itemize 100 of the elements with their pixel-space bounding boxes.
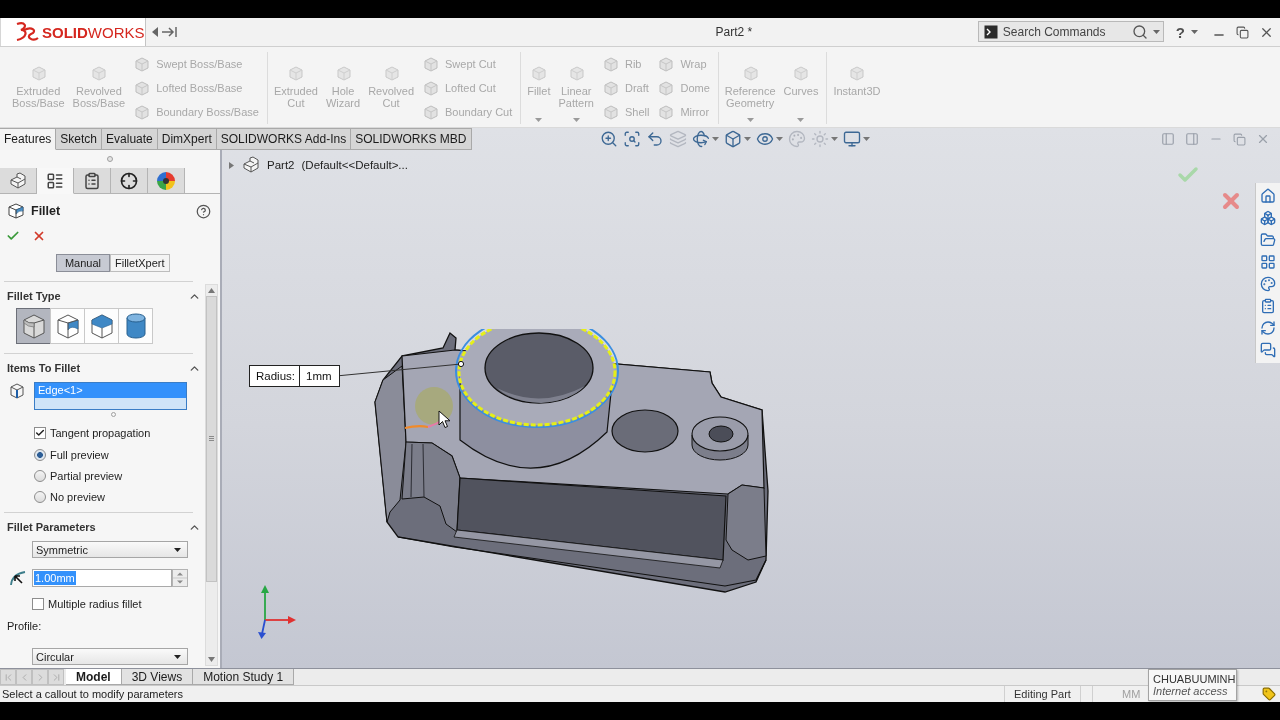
panel-title: Fillet: [31, 204, 62, 218]
radio-button[interactable]: [34, 469, 46, 482]
scroll-up-icon[interactable]: [208, 288, 215, 293]
search-icon[interactable]: [1131, 23, 1148, 40]
fillet-type-button[interactable]: [118, 308, 153, 344]
cube-icon: [567, 65, 585, 82]
caret-icon[interactable]: [1152, 29, 1160, 34]
collapse-arrow-icon[interactable]: [152, 26, 178, 38]
cube-icon: [657, 55, 675, 73]
section-title: Fillet Type: [7, 290, 61, 302]
check-icon[interactable]: [6, 229, 20, 243]
spinner-arrows-icon[interactable]: [172, 569, 188, 587]
search-box[interactable]: Search Commands: [977, 21, 1164, 42]
tab[interactable]: Model: [66, 669, 122, 685]
expand-arrow-icon[interactable]: [229, 161, 234, 169]
checkbox-label: Multiple radius fillet: [48, 598, 142, 610]
cube-icon: [29, 65, 47, 82]
clipboard-icon[interactable]: [1260, 298, 1276, 314]
cancel-x-icon[interactable]: [32, 229, 46, 243]
refresh-icon[interactable]: [1260, 320, 1276, 336]
clipboard-icon: [83, 171, 101, 190]
chat-icon[interactable]: [1260, 342, 1276, 358]
fillet-type-button[interactable]: [84, 308, 119, 344]
callout-value-field[interactable]: 1mm: [299, 366, 339, 386]
back-arrow-icon[interactable]: [645, 130, 664, 148]
axis-triad-icon: [256, 584, 298, 640]
cube-icon[interactable]: [723, 130, 742, 148]
tab[interactable]: Evaluate: [102, 128, 158, 150]
tab[interactable]: SOLIDWORKS MBD: [351, 128, 472, 150]
tag-icon[interactable]: [1262, 687, 1276, 701]
tab[interactable]: Sketch: [56, 128, 103, 150]
color-wheel-icon: [156, 170, 176, 191]
panel-tab[interactable]: [148, 168, 185, 194]
caret-icon: [174, 654, 181, 659]
palette-icon[interactable]: [1260, 276, 1276, 292]
cube-icon: [848, 65, 866, 82]
caret-icon[interactable]: [711, 137, 719, 141]
radio-label: Full preview: [50, 448, 109, 461]
cube-icon: [133, 79, 151, 97]
checkbox[interactable]: [34, 427, 46, 439]
radio-button[interactable]: [34, 448, 46, 461]
field-value: 1.00mm: [34, 571, 76, 585]
caret-icon[interactable]: [862, 137, 870, 141]
mode-tab[interactable]: Manual: [56, 254, 110, 272]
resize-handle[interactable]: [107, 156, 113, 162]
tile-left-icon[interactable]: [1161, 132, 1175, 146]
magnifier-plus-icon[interactable]: [599, 130, 618, 148]
eye-icon[interactable]: [755, 130, 774, 148]
grid-icon[interactable]: [1260, 254, 1276, 270]
mode-tab[interactable]: FilletXpert: [110, 254, 170, 272]
scrollbar[interactable]: [205, 284, 218, 666]
cube-edge-icon: [9, 382, 25, 400]
cube-icon: [422, 103, 439, 121]
home-icon[interactable]: [1260, 188, 1276, 204]
scroll-down-icon[interactable]: [208, 657, 215, 662]
selection-list[interactable]: Edge<1>: [34, 382, 187, 410]
cube-icon: [133, 55, 151, 73]
fillet-type-button[interactable]: [50, 308, 85, 344]
caret-icon[interactable]: [1191, 30, 1198, 34]
folder-icon[interactable]: [1260, 232, 1276, 248]
monitor-icon[interactable]: [842, 130, 861, 148]
cube-icon: [334, 65, 352, 82]
magnifier-frame-icon[interactable]: [622, 130, 641, 148]
radius-field[interactable]: 1.00mm: [32, 569, 172, 587]
radio-label: No preview: [50, 490, 106, 503]
help-button[interactable]: ?: [1175, 23, 1185, 41]
tile-right-icon[interactable]: [1185, 132, 1199, 146]
search-field[interactable]: Search Commands: [1002, 23, 1127, 40]
field-label: Profile:: [7, 620, 42, 632]
restore-icon[interactable]: [1236, 25, 1249, 39]
tab[interactable]: DimXpert: [157, 128, 217, 150]
method-dropdown[interactable]: Symmetric: [32, 541, 188, 558]
tab[interactable]: SOLIDWORKS Add-Ins: [216, 128, 352, 150]
radio-button[interactable]: [34, 490, 46, 503]
boxes-icon[interactable]: [1260, 210, 1276, 226]
status-units: MM: [1122, 688, 1141, 700]
caret-icon[interactable]: [775, 137, 783, 141]
part-block-icon: [242, 156, 260, 174]
caret-icon[interactable]: [743, 137, 751, 141]
list-item[interactable]: Edge<1>: [35, 383, 186, 398]
checkbox[interactable]: [32, 598, 44, 610]
rotate-3d-icon[interactable]: [691, 130, 710, 148]
part-name[interactable]: Part2: [267, 159, 295, 171]
fillet-type-button[interactable]: [16, 308, 51, 344]
cube-icon: [530, 65, 548, 82]
section-title: Items To Fillet: [7, 362, 81, 374]
status-message: Select a callout to modify parameters: [1, 688, 183, 700]
callout-label: Radius:: [255, 369, 296, 384]
scrollbar-thumb[interactable]: [206, 296, 217, 582]
cube-icon: [287, 65, 305, 82]
tab[interactable]: 3D Views: [121, 669, 194, 685]
panel-tab[interactable]: [111, 168, 148, 194]
cube-icon: [657, 103, 675, 121]
radio-label: Partial preview: [50, 469, 123, 482]
help-icon[interactable]: [196, 203, 211, 219]
panel-tab[interactable]: [74, 168, 111, 194]
tab[interactable]: Motion Study 1: [193, 669, 295, 685]
profile-dropdown[interactable]: Circular: [32, 648, 188, 665]
tab[interactable]: Features: [0, 128, 57, 150]
cube-icon: [601, 55, 619, 73]
